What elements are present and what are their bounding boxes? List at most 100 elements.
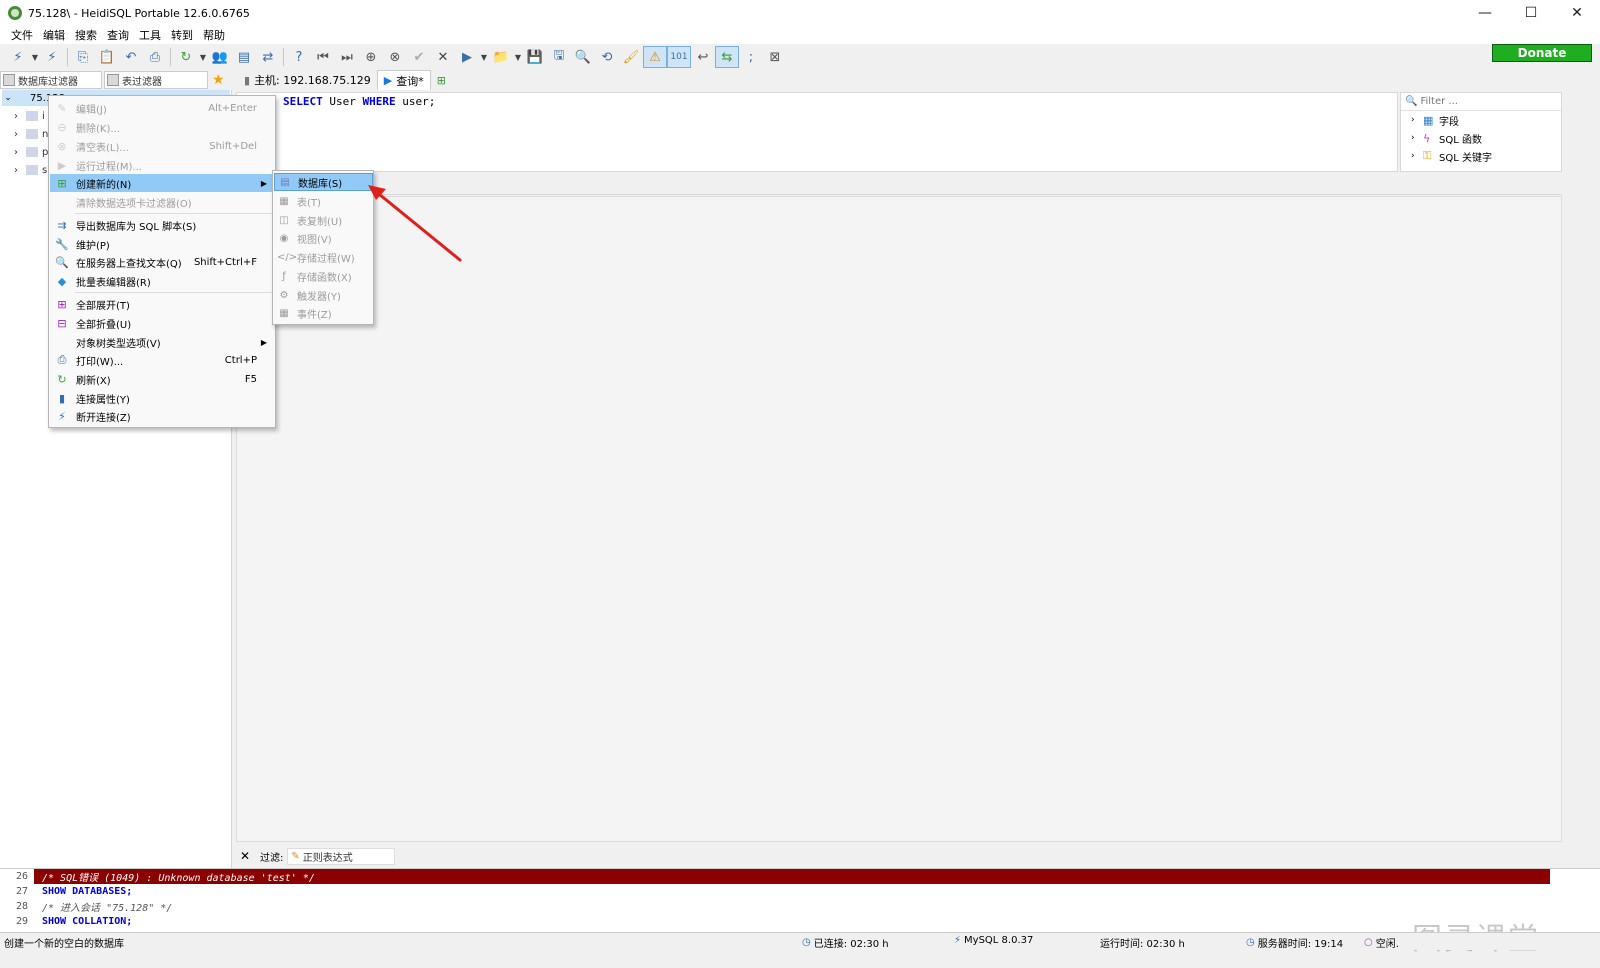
tab-host[interactable]: ▮ 主机: 192.168.75.129: [238, 70, 377, 90]
window-controls: — ☐ ✕: [1462, 0, 1600, 26]
sync-icon[interactable]: ⇄: [256, 46, 280, 68]
menu-item-clear-filters[interactable]: 清除数据选项卡过滤器(O): [50, 193, 275, 211]
warning-toggle-icon[interactable]: ⚠: [643, 46, 667, 68]
tree-item-database[interactable]: › p: [14, 143, 48, 161]
close-filter-icon[interactable]: ✕: [236, 849, 254, 863]
add-record-icon[interactable]: ⊕: [359, 46, 383, 68]
helper-item-columns[interactable]: › ▦ 字段: [1401, 111, 1561, 129]
tree-item-database[interactable]: › n: [14, 125, 48, 143]
refresh-icon: ↻: [57, 372, 67, 386]
help-icon[interactable]: ?: [287, 46, 311, 68]
submenu-item-table[interactable]: ▦ 表(T): [274, 192, 373, 210]
close-window-button[interactable]: ✕: [1554, 0, 1600, 26]
run-dropdown-icon[interactable]: ▼: [479, 53, 489, 62]
tree-item-database[interactable]: › i: [14, 107, 45, 125]
user-manager-icon[interactable]: 👥: [208, 46, 232, 68]
tab-query[interactable]: ▶ 查询*: [376, 70, 431, 90]
search-icon: 🔍: [1405, 96, 1418, 107]
menu-item-tree-options[interactable]: 对象树类型选项(V) ▶: [50, 333, 275, 351]
chevron-down-icon[interactable]: ⌄: [2, 93, 14, 103]
menu-item-edit[interactable]: ✎ 编辑(J) Alt+Enter: [50, 99, 275, 117]
submenu-arrow-icon: ▶: [260, 337, 267, 347]
results-area: [236, 196, 1562, 842]
menu-help[interactable]: 帮助: [198, 27, 230, 43]
save-icon[interactable]: 💾: [523, 46, 547, 68]
tree-item-database[interactable]: › s: [14, 161, 47, 179]
connect-icon[interactable]: ⚡: [6, 46, 30, 68]
menu-tools[interactable]: 工具: [134, 27, 166, 43]
cancel-record-icon[interactable]: ✕: [431, 46, 455, 68]
menu-edit[interactable]: 编辑: [38, 27, 70, 43]
regex-icon: ✎: [291, 850, 300, 862]
menu-query[interactable]: 查询: [102, 27, 134, 43]
paste-icon[interactable]: 📋: [95, 46, 119, 68]
menu-item-empty-table[interactable]: ⊗ 清空表(L)... Shift+Del: [50, 137, 275, 155]
sql-log[interactable]: 26 /* SQL错误 (1049) : Unknown database 't…: [0, 868, 1600, 932]
donate-button[interactable]: Donate: [1492, 44, 1592, 62]
menu-item-expand-all[interactable]: ⊞ 全部展开(T): [50, 295, 275, 313]
menu-item-run-routine[interactable]: ▶ 运行过程(M)...: [50, 156, 275, 174]
helper-item-sql-functions[interactable]: › ϟ SQL 函数: [1401, 129, 1561, 147]
submenu-item-table-copy[interactable]: ◫ 表复制(U): [274, 211, 373, 229]
log-line: 29 SHOW COLLATION;: [15, 916, 133, 927]
menu-item-refresh[interactable]: ↻ 刷新(X) F5: [50, 370, 275, 388]
sql-editor[interactable]: SELECT User WHERE user;: [236, 92, 1398, 172]
submenu-item-event[interactable]: ▦ 事件(Z): [274, 304, 373, 322]
submenu-item-stored-procedure[interactable]: </> 存储过程(W): [274, 248, 373, 266]
table-filter-input[interactable]: 表过滤器: [104, 71, 208, 89]
format-sql-icon[interactable]: 🖌: [619, 46, 643, 68]
database-filter-input[interactable]: 数据库过滤器: [0, 71, 102, 89]
auto-sync-icon[interactable]: ⇆: [715, 46, 739, 68]
minimize-button[interactable]: —: [1462, 0, 1508, 26]
find-icon[interactable]: 🔍: [571, 46, 595, 68]
menu-item-connection-properties[interactable]: ▮ 连接属性(Y): [50, 389, 275, 407]
code-icon: </>: [277, 251, 298, 263]
wrap-icon[interactable]: ↩: [691, 46, 715, 68]
menu-item-print[interactable]: ⎙ 打印(W)... Ctrl+P: [50, 351, 275, 369]
replace-icon[interactable]: ⟲: [595, 46, 619, 68]
regex-filter-input[interactable]: ✎ 正则表达式: [287, 847, 396, 865]
undo-icon[interactable]: ↶: [119, 46, 143, 68]
menu-item-create-new[interactable]: ⊞ 创建新的(N) ▶: [50, 174, 275, 192]
menu-search[interactable]: 搜索: [70, 27, 102, 43]
menu-item-delete[interactable]: ⊖ 删除(K)...: [50, 118, 275, 136]
delete-record-icon[interactable]: ⊗: [383, 46, 407, 68]
connect-dropdown-icon[interactable]: ▼: [30, 53, 40, 62]
binary-toggle-icon[interactable]: 101: [667, 46, 691, 68]
window-title: 75.128\ - HeidiSQL Portable 12.6.0.6765: [28, 6, 250, 20]
save-snippet-icon[interactable]: 🖫: [547, 46, 571, 68]
submenu-item-view[interactable]: ◉ 视图(V): [274, 229, 373, 247]
new-query-tab-button[interactable]: ⊞: [431, 70, 456, 90]
helper-filter-input[interactable]: 🔍 Filter ...: [1401, 93, 1561, 111]
submenu-item-database[interactable]: ▤ 数据库(S): [274, 173, 373, 191]
copy-icon[interactable]: ⎘: [71, 46, 95, 68]
favorites-star-icon[interactable]: ★: [212, 72, 225, 88]
print-icon[interactable]: ⎙: [143, 46, 167, 68]
menu-item-maintenance[interactable]: 🔧 维护(P): [50, 235, 275, 253]
search-icon: 🔍: [55, 255, 69, 269]
refresh-icon[interactable]: ↻: [174, 46, 198, 68]
submenu-item-stored-function[interactable]: ƒ 存储函数(X): [274, 267, 373, 285]
menu-item-disconnect[interactable]: ⚡ 断开连接(Z): [50, 407, 275, 425]
maximize-button[interactable]: ☐: [1508, 0, 1554, 26]
refresh-dropdown-icon[interactable]: ▼: [198, 53, 208, 62]
run-query-icon[interactable]: ▶: [455, 46, 479, 68]
menu-file[interactable]: 文件: [6, 27, 38, 43]
status-idle: ○ 空闲.: [1364, 937, 1399, 950]
last-record-icon[interactable]: ⏭: [335, 46, 359, 68]
menu-item-bulk-editor[interactable]: ◆ 批量表编辑器(R): [50, 272, 275, 290]
helper-item-sql-keywords[interactable]: › ⚿ SQL 关键字: [1401, 147, 1561, 165]
import-icon[interactable]: ▤: [232, 46, 256, 68]
menu-item-collapse-all[interactable]: ⊟ 全部折叠(U): [50, 314, 275, 332]
disconnect-icon[interactable]: ⚡: [40, 46, 64, 68]
open-dropdown-icon[interactable]: ▼: [513, 53, 523, 62]
menu-goto[interactable]: 转到: [166, 27, 198, 43]
menu-item-find-text[interactable]: 🔍 在服务器上查找文本(Q) Shift+Ctrl+F: [50, 253, 275, 271]
submenu-item-trigger[interactable]: ⚙ 触发器(Y): [274, 286, 373, 304]
open-file-icon[interactable]: 📁: [489, 46, 513, 68]
semicolon-icon[interactable]: ;: [739, 46, 763, 68]
first-record-icon[interactable]: ⏮: [311, 46, 335, 68]
post-record-icon[interactable]: ✔: [407, 46, 431, 68]
close-tab-icon[interactable]: ⊠: [763, 46, 787, 68]
menu-item-export-sql[interactable]: ⇉ 导出数据库为 SQL 脚本(S): [50, 216, 275, 234]
